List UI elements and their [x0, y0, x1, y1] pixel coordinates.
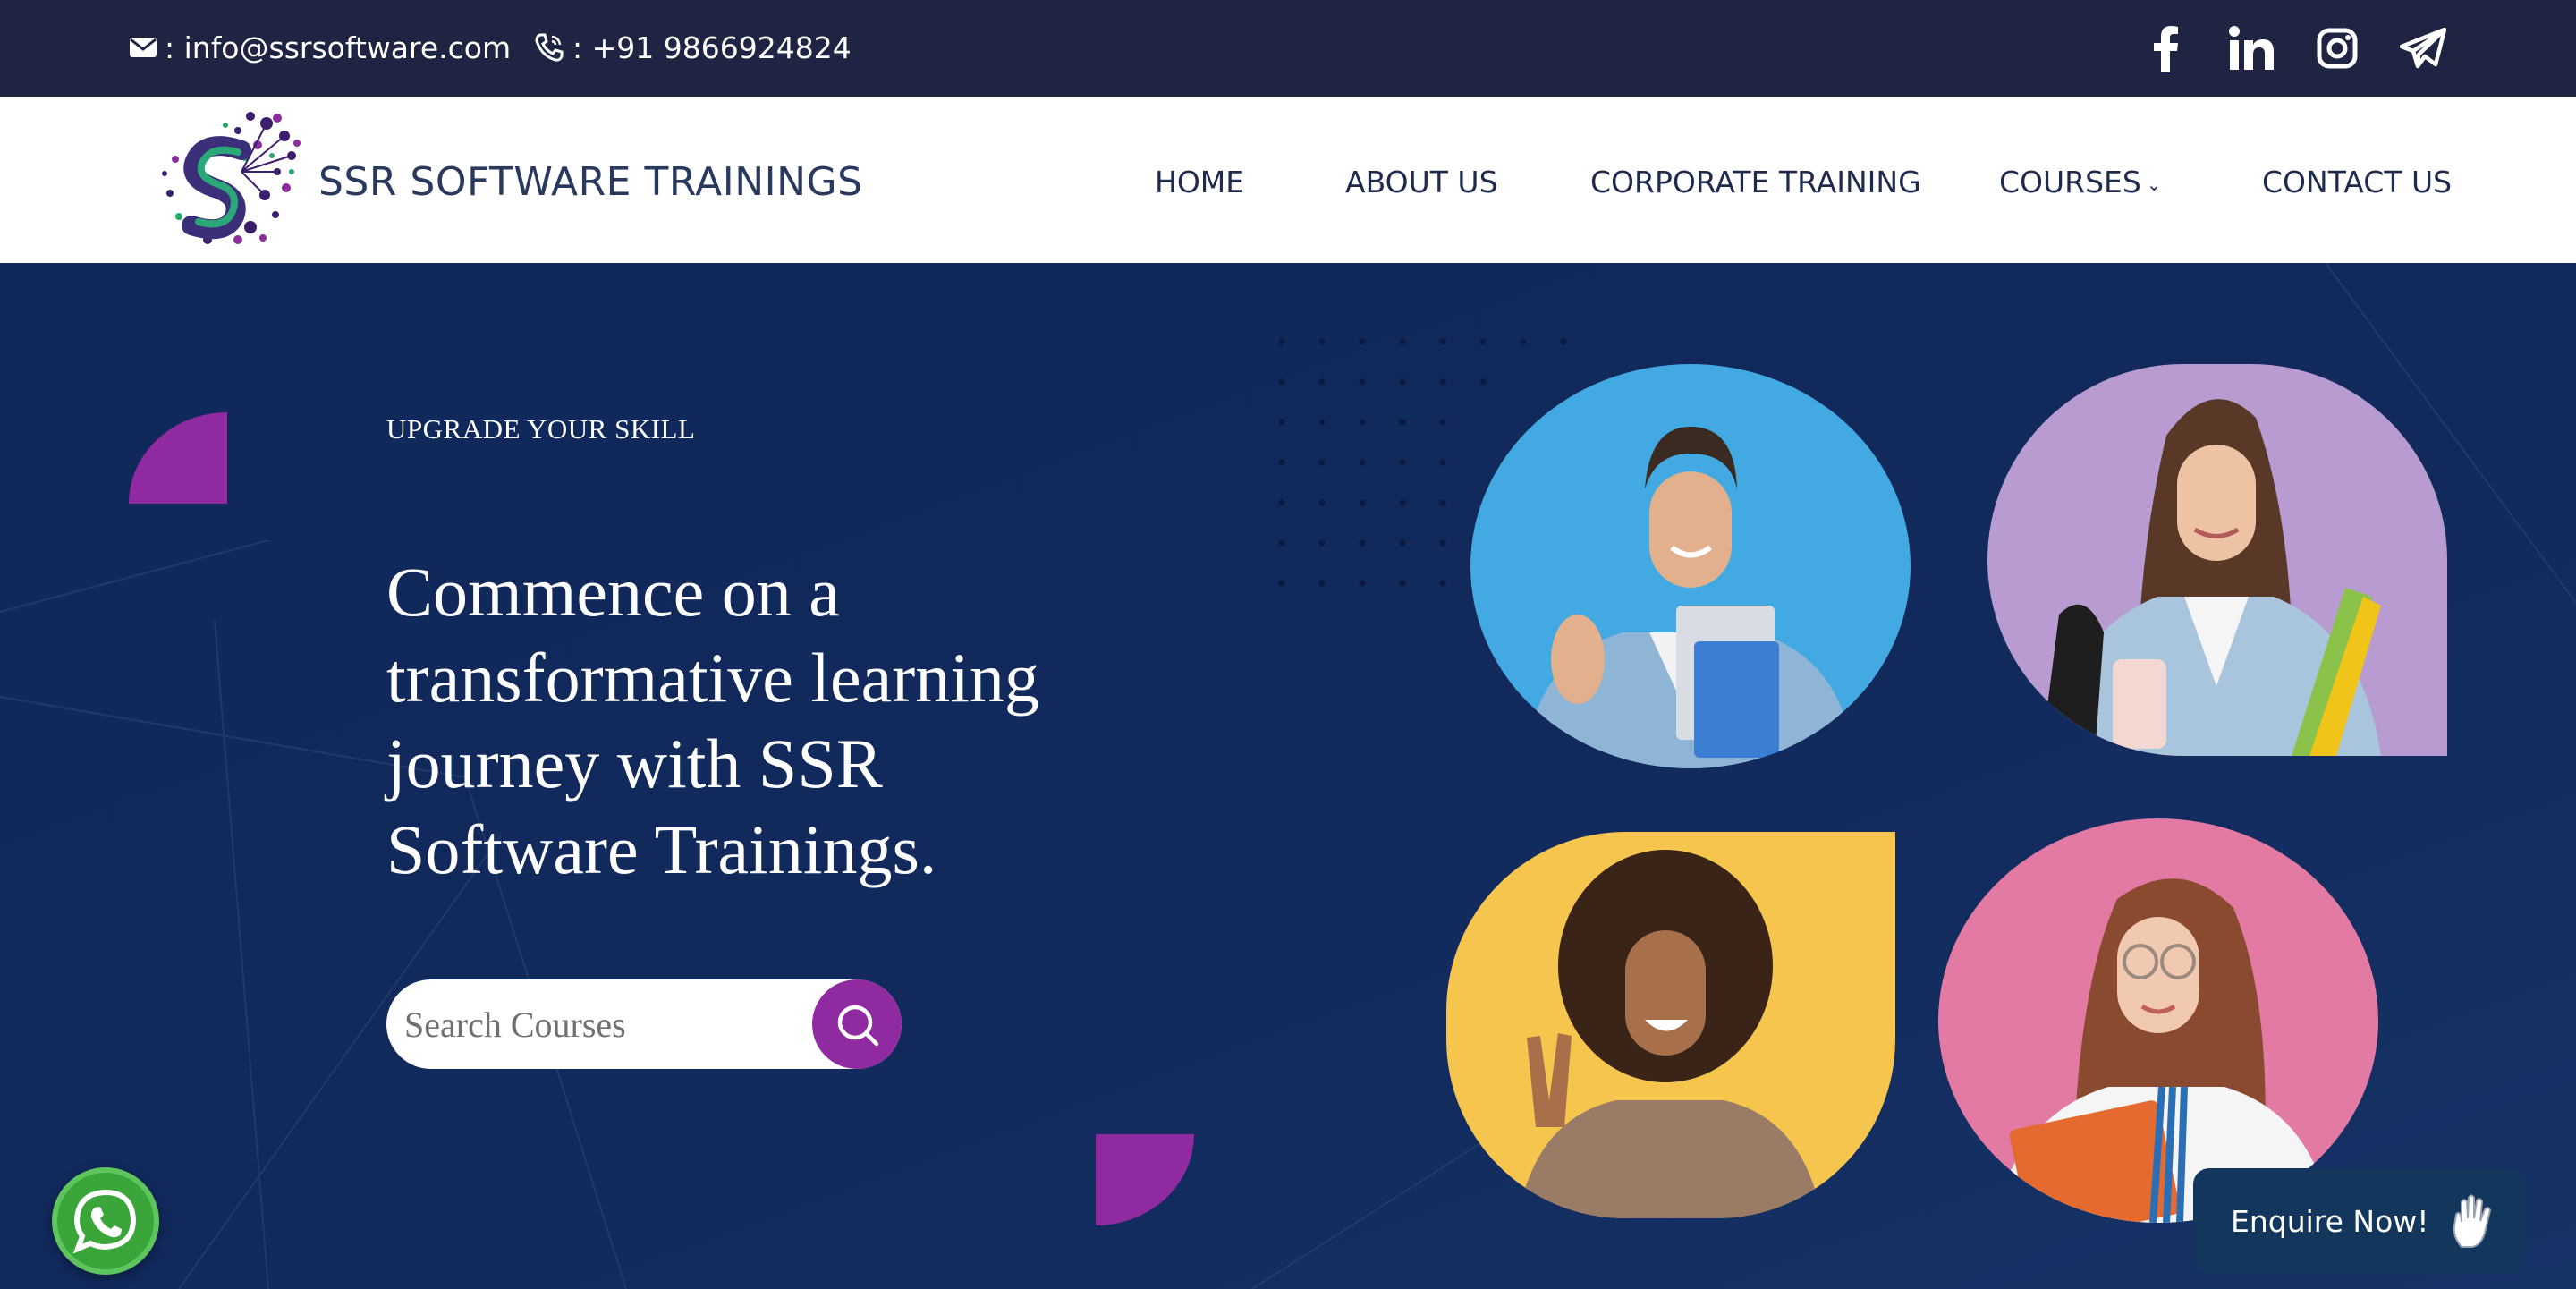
nav-home[interactable]: HOME: [1155, 165, 1244, 199]
instagram-icon: [2317, 28, 2358, 69]
linkedin-icon: [2229, 26, 2274, 70]
mail-icon: [130, 38, 157, 57]
student-photo-woman-pink: [1938, 818, 2378, 1223]
waving-hand-icon: [2453, 1194, 2491, 1248]
whatsapp-icon: [72, 1189, 137, 1254]
telegram-icon: [2400, 28, 2446, 69]
nav-corporate-training[interactable]: CORPORATE TRAINING: [1590, 165, 1921, 199]
linkedin-link[interactable]: [2227, 24, 2275, 72]
nav-about-us[interactable]: ABOUT US: [1345, 165, 1498, 199]
social-links: [2141, 23, 2447, 73]
contact-email[interactable]: : info@ssrsoftware.com: [129, 27, 511, 68]
student-photo-woman-purple: [1987, 364, 2447, 756]
brand-name[interactable]: SSR SOFTWARE TRAININGS: [318, 159, 863, 205]
telegram-link[interactable]: [2399, 24, 2447, 72]
whatsapp-button[interactable]: [52, 1167, 159, 1275]
enquire-now-button[interactable]: Enquire Now!: [2193, 1168, 2524, 1274]
nav-courses[interactable]: COURSES ⌄: [1999, 165, 2162, 199]
nav-courses-label: COURSES: [1999, 165, 2141, 199]
search-icon: [837, 1005, 879, 1047]
facebook-link[interactable]: [2141, 24, 2190, 72]
student-photo-man-blue: [1470, 364, 1911, 768]
contact-email-text: : info@ssrsoftware.com: [165, 30, 512, 65]
contact-phone-text: : +91 9866924824: [572, 30, 852, 65]
hero-headline: Commence on a transformative learning jo…: [386, 553, 1039, 888]
ssr-logo-icon[interactable]: [152, 106, 304, 254]
nav-contact-us[interactable]: CONTACT US: [2262, 165, 2452, 199]
hero-section: UPGRADE YOUR SKILL Commence on a transfo…: [0, 263, 2576, 1289]
site-header: SSR SOFTWARE TRAININGS HOME ABOUT US COR…: [0, 97, 2576, 263]
student-photo-woman-yellow: [1446, 832, 1895, 1218]
search-button[interactable]: [812, 979, 902, 1069]
course-search-box: [386, 979, 902, 1069]
top-contact-bar: : info@ssrsoftware.com : +91 9866924824: [0, 0, 2576, 97]
hero-eyebrow: UPGRADE YOUR SKILL: [386, 413, 696, 445]
phone-icon: [535, 33, 564, 62]
search-courses-input[interactable]: [404, 979, 798, 1069]
enquire-now-label: Enquire Now!: [2231, 1203, 2429, 1239]
instagram-link[interactable]: [2313, 24, 2361, 72]
contact-phone[interactable]: : +91 9866924824: [533, 27, 852, 68]
facebook-icon: [2154, 26, 2178, 72]
chevron-down-icon: ⌄: [2146, 173, 2162, 195]
